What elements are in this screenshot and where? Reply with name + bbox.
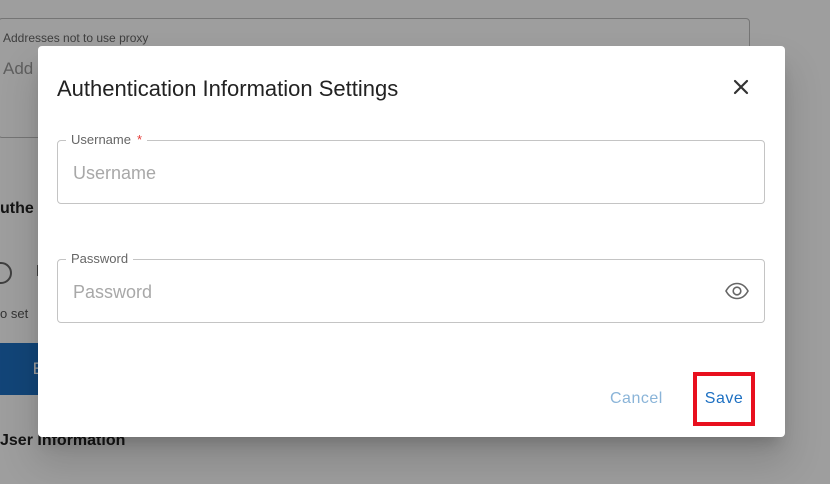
username-label-text: Username bbox=[71, 132, 131, 147]
password-field: Password bbox=[57, 251, 765, 323]
close-button[interactable] bbox=[724, 70, 758, 104]
password-input[interactable] bbox=[73, 278, 693, 306]
password-label: Password bbox=[66, 251, 134, 266]
close-icon bbox=[733, 79, 749, 95]
cancel-button[interactable]: Cancel bbox=[610, 390, 663, 408]
username-input[interactable] bbox=[73, 159, 693, 187]
auth-settings-dialog: Authentication Information Settings User… bbox=[38, 46, 785, 437]
required-marker: * bbox=[136, 132, 143, 147]
save-button[interactable]: Save bbox=[693, 372, 755, 426]
save-button-label: Save bbox=[704, 390, 744, 407]
eye-icon bbox=[725, 282, 749, 300]
dialog-title: Authentication Information Settings bbox=[57, 76, 399, 101]
password-visibility-toggle[interactable] bbox=[724, 280, 750, 302]
username-field: Username * bbox=[57, 132, 765, 204]
username-label: Username * bbox=[66, 132, 148, 147]
